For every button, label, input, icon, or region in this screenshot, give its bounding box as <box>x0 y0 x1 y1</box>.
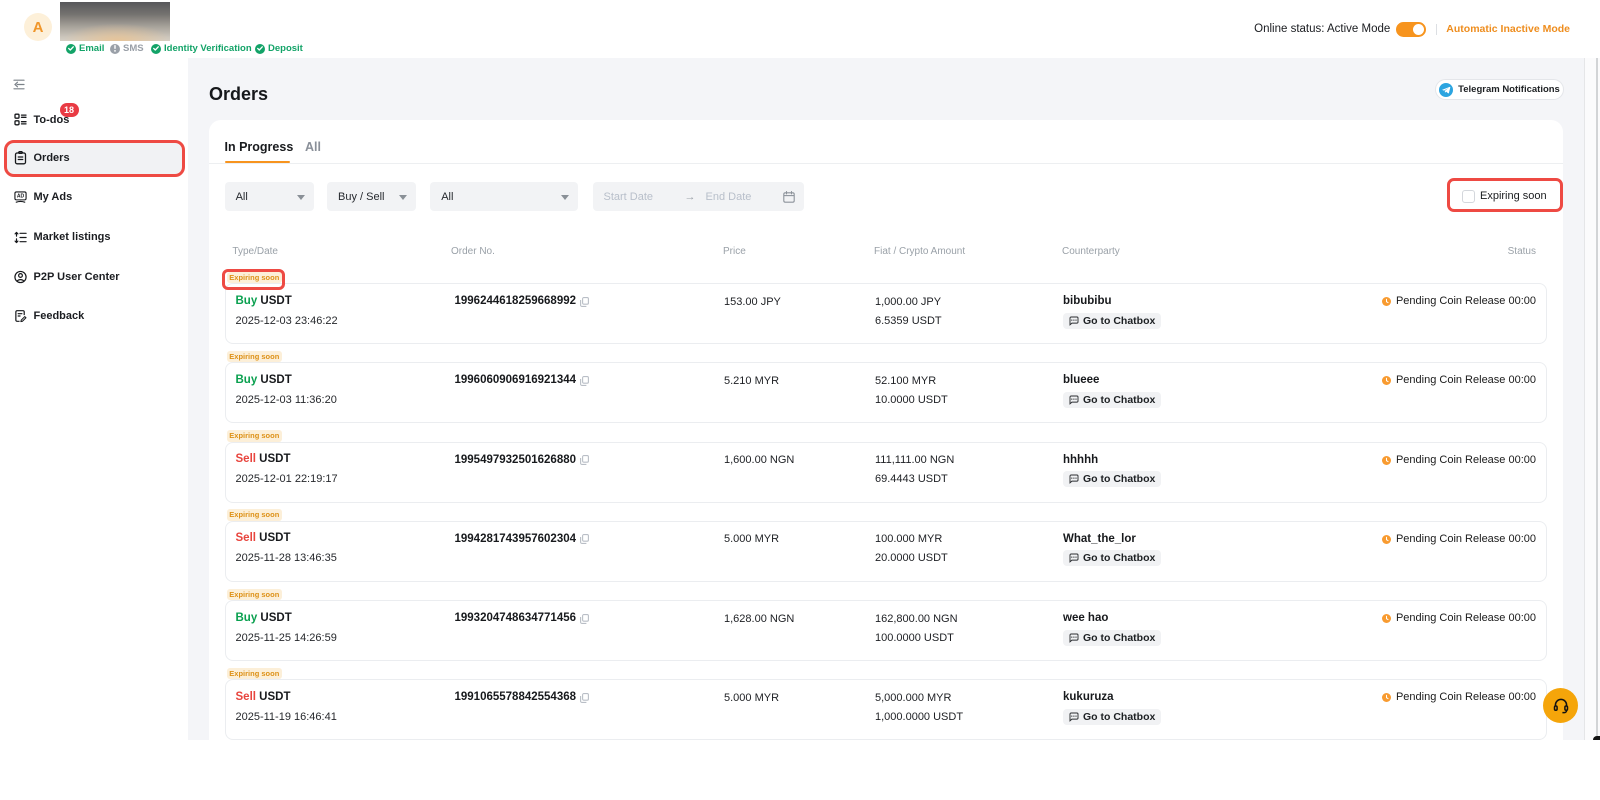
svg-text:AD: AD <box>17 194 25 200</box>
